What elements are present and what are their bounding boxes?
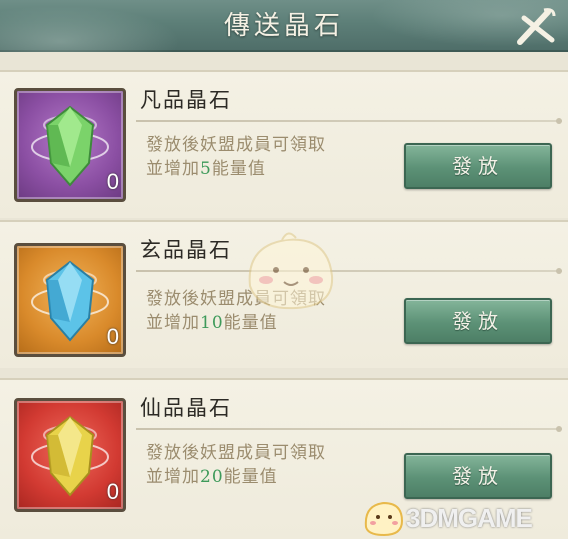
item-name: 玄品晶石 [140,238,232,262]
item-count: 0 [106,169,119,194]
description-line-2: 並增加20能量值 [146,465,326,489]
item-name: 凡品晶石 [140,88,232,112]
distribute-button-mystic[interactable]: 發放 [404,298,552,344]
description-suffix: 能量值 [211,159,266,179]
item-count: 0 [106,479,119,504]
header-bar: 傳送晶石 [0,0,568,52]
green-crystal-icon [31,105,109,187]
item-slot-common[interactable]: 0 [14,88,126,202]
item-description: 發放後妖盟成員可領取 並增加20能量值 [146,441,326,489]
item-slot-mystic[interactable]: 0 [14,243,126,357]
item-name: 仙品晶石 [140,396,232,420]
description-prefix: 並增加 [146,159,200,179]
mascot-watermark-image [236,226,346,316]
close-button[interactable] [514,6,558,46]
description-line-1: 發放後妖盟成員可領取 [146,443,326,463]
description-suffix: 能量值 [223,467,278,487]
energy-value: 10 [200,313,224,333]
blue-crystal-icon [31,260,109,342]
card-divider [136,118,562,124]
close-icon [517,8,556,45]
description-prefix: 並增加 [146,467,200,487]
item-slot-immortal[interactable]: 0 [14,398,126,512]
mascot-icon [364,501,404,537]
card-divider [136,268,562,274]
distribute-button-immortal[interactable]: 發放 [404,453,552,499]
distribute-button-common[interactable]: 發放 [404,143,552,189]
item-count: 0 [106,324,119,349]
energy-value: 20 [200,467,224,487]
watermark-text: 3DMGAME [406,503,533,533]
item-description: 發放後妖盟成員可領取 並增加5能量值 [146,133,326,181]
card-divider [136,426,562,432]
description-prefix: 並增加 [146,313,200,333]
watermark: 3DMGAME [362,497,562,537]
description-line-2: 並增加5能量值 [146,157,326,181]
page-title: 傳送晶石 [223,11,344,41]
yellow-crystal-icon [31,415,109,497]
energy-value: 5 [200,159,212,179]
description-line-1: 發放後妖盟成員可領取 [146,135,326,155]
